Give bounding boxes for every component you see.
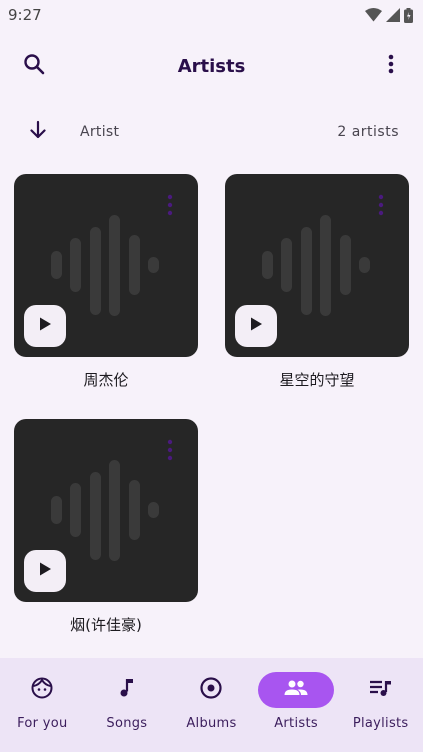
artist-name: 星空的守望 <box>279 371 355 389</box>
playlist-icon <box>368 676 394 704</box>
app-bar: Artists <box>0 40 423 92</box>
artist-card[interactable]: 星空的守望 <box>225 174 409 390</box>
nav-item-artists[interactable]: Artists <box>256 672 336 752</box>
more-vert-icon <box>166 194 174 220</box>
more-vert-icon <box>377 194 385 220</box>
sort-direction-button[interactable] <box>20 114 56 150</box>
people-icon <box>283 676 309 704</box>
play-button[interactable] <box>24 305 66 347</box>
more-options-button[interactable] <box>373 48 409 84</box>
status-time: 9:27 <box>8 6 42 24</box>
artist-name: 周杰伦 <box>83 371 129 389</box>
bottom-navigation: For you Songs Albums Artists Playlists <box>0 658 423 752</box>
play-button[interactable] <box>235 305 277 347</box>
artist-name: 烟(许佳豪) <box>70 616 142 634</box>
nav-label: Artists <box>274 716 318 731</box>
artist-cover[interactable] <box>14 174 198 357</box>
search-button[interactable] <box>16 48 52 84</box>
card-more-button[interactable] <box>160 439 180 465</box>
play-button[interactable] <box>24 550 66 592</box>
nav-item-songs[interactable]: Songs <box>87 672 167 752</box>
nav-item-albums[interactable]: Albums <box>171 672 251 752</box>
more-vert-icon <box>166 439 174 465</box>
card-more-button[interactable] <box>371 194 391 220</box>
page-title: Artists <box>177 55 246 77</box>
nav-item-for-you[interactable]: For you <box>2 672 82 752</box>
face-icon <box>30 676 54 704</box>
album-icon <box>199 676 223 704</box>
artist-card[interactable]: 周杰伦 <box>14 174 198 390</box>
nav-pill <box>343 672 419 708</box>
sort-row: Artist 2 artists <box>0 112 423 152</box>
music-note-icon <box>115 676 139 704</box>
artist-cover[interactable] <box>14 419 198 602</box>
play-icon <box>37 561 53 581</box>
play-icon <box>248 316 264 336</box>
status-bar: 9:27 <box>0 0 423 30</box>
play-icon <box>37 316 53 336</box>
sort-label[interactable]: Artist <box>80 124 119 140</box>
arrow-down-icon <box>27 119 49 145</box>
artist-cover[interactable] <box>225 174 409 357</box>
artist-count: 2 artists <box>337 124 399 140</box>
wifi-icon <box>365 8 382 22</box>
battery-icon <box>404 7 413 23</box>
nav-item-playlists[interactable]: Playlists <box>341 672 421 752</box>
search-icon <box>22 52 46 80</box>
card-more-button[interactable] <box>160 194 180 220</box>
nav-pill <box>4 672 80 708</box>
nav-label: For you <box>17 716 68 731</box>
nav-label: Songs <box>106 716 148 731</box>
nav-label: Playlists <box>352 716 409 731</box>
nav-pill-active <box>258 672 335 708</box>
nav-pill <box>173 672 249 708</box>
signal-icon <box>386 8 400 22</box>
nav-pill <box>89 672 165 708</box>
nav-label: Albums <box>186 716 237 731</box>
status-icons <box>365 7 413 23</box>
more-vert-icon <box>379 52 403 80</box>
artist-card[interactable]: 烟(许佳豪) <box>14 419 198 635</box>
